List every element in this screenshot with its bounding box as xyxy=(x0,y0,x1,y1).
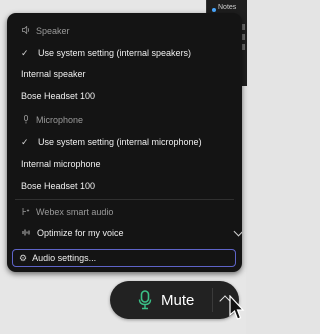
smart-audio-heading: Webex smart audio xyxy=(7,201,242,223)
speaker-option-bose[interactable]: Bose Headset 100 xyxy=(7,85,242,107)
speaker-option-system[interactable]: ✓ Use system setting (internal speakers) xyxy=(7,42,242,64)
mouse-cursor-icon xyxy=(229,295,245,320)
speaker-icon xyxy=(21,25,31,36)
speaker-heading-label: Speaker xyxy=(36,26,70,36)
smart-audio-icon xyxy=(21,207,31,218)
smart-audio-selected-label: Optimize for my voice xyxy=(37,228,124,238)
option-label: Use system setting (internal microphone) xyxy=(38,137,202,147)
microphone-heading-label: Microphone xyxy=(36,115,84,125)
status-dot xyxy=(212,8,216,12)
chevron-down-icon xyxy=(233,226,242,237)
option-label: Bose Headset 100 xyxy=(21,181,96,191)
speaker-option-internal[interactable]: Internal speaker xyxy=(7,63,242,85)
menu-divider xyxy=(15,199,234,200)
checkmark-icon: ✓ xyxy=(21,136,29,147)
checkmark-icon: ✓ xyxy=(21,47,29,58)
smart-audio-dropdown[interactable]: Optimize for my voice xyxy=(7,222,242,244)
audio-settings-label: Audio settings... xyxy=(32,253,97,263)
mute-control: Mute xyxy=(110,281,239,319)
thumbnail-label: Notes xyxy=(218,4,237,11)
smart-audio-heading-label: Webex smart audio xyxy=(36,207,114,217)
microphone-option-internal[interactable]: Internal microphone xyxy=(7,153,242,175)
audio-menu: Speaker ✓ Use system setting (internal s… xyxy=(7,13,242,272)
mute-label: Mute xyxy=(161,291,195,309)
speaker-section-heading: Speaker xyxy=(7,20,242,42)
microphone-section-heading: Microphone xyxy=(7,109,242,131)
microphone-option-system[interactable]: ✓ Use system setting (internal microphon… xyxy=(7,131,242,153)
mute-button[interactable]: Mute xyxy=(110,281,212,319)
option-label: Bose Headset 100 xyxy=(21,91,96,101)
option-label: Internal microphone xyxy=(21,159,101,169)
microphone-icon xyxy=(138,290,152,310)
voice-waveform-icon xyxy=(21,228,31,239)
microphone-option-bose[interactable]: Bose Headset 100 xyxy=(7,175,242,197)
microphone-icon xyxy=(21,114,31,126)
option-label: Use system setting (internal speakers) xyxy=(38,48,192,58)
option-label: Internal speaker xyxy=(21,69,86,79)
gear-icon: ⚙ xyxy=(19,252,28,263)
audio-settings-button[interactable]: ⚙ Audio settings... xyxy=(12,249,236,267)
